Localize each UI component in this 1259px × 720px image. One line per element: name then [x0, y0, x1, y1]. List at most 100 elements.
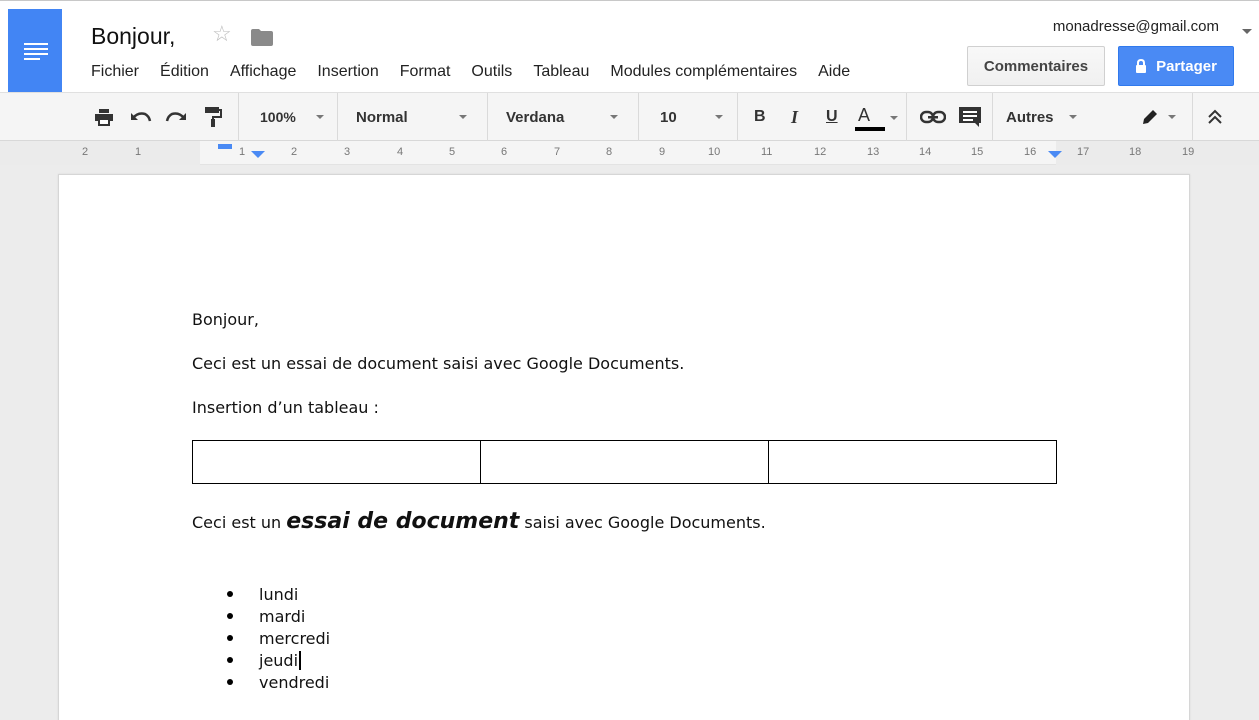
text-color-button[interactable]: A — [858, 93, 870, 141]
ruler-label: 8 — [606, 146, 613, 158]
menu-tableau[interactable]: Tableau — [533, 63, 589, 81]
menu-fichier[interactable]: Fichier — [91, 63, 139, 81]
table-cell[interactable] — [480, 440, 769, 484]
ruler-label: 16 — [1024, 146, 1037, 158]
ruler-label: 1 — [135, 146, 142, 158]
ruler-label: 10 — [708, 146, 721, 158]
share-button[interactable]: Partager — [1118, 46, 1234, 86]
menu-modules[interactable]: Modules complémentaires — [610, 63, 797, 81]
text-run-bold-italic: essai de document — [286, 509, 520, 534]
share-button-label: Partager — [1156, 57, 1217, 75]
bullet-list[interactable]: lundi mardi mercredi jeudi vendredi — [227, 583, 330, 693]
underline-button[interactable]: U — [826, 93, 838, 141]
list-item[interactable]: vendredi — [227, 671, 330, 693]
list-item-text: jeudi — [259, 650, 299, 670]
ruler-label: 18 — [1129, 146, 1142, 158]
font-select[interactable]: Verdana — [506, 93, 564, 141]
paragraph-table-heading[interactable]: Insertion d’un tableau : — [192, 398, 379, 417]
ruler-label: 1 — [239, 146, 246, 158]
table-cell[interactable] — [768, 440, 1057, 484]
first-line-indent-marker[interactable] — [218, 144, 232, 149]
bullet-icon — [227, 635, 233, 641]
ruler-label: 5 — [449, 146, 456, 158]
more-chevron-down-icon[interactable] — [1069, 115, 1077, 119]
list-item[interactable]: lundi — [227, 583, 330, 605]
font-value: Verdana — [506, 108, 565, 126]
comment-icon[interactable] — [958, 93, 982, 141]
zoom-chevron-down-icon[interactable] — [316, 115, 324, 119]
ruler-label: 6 — [501, 146, 508, 158]
text-color-icon: A — [858, 104, 871, 125]
ruler-label: 15 — [971, 146, 984, 158]
list-item[interactable]: mercredi — [227, 627, 330, 649]
font-size-select[interactable]: 10 — [660, 93, 677, 141]
bullet-icon — [227, 657, 233, 663]
ruler-label: 17 — [1077, 146, 1090, 158]
paint-format-icon[interactable] — [204, 93, 222, 141]
bold-icon: B — [754, 108, 766, 125]
bullet-icon — [227, 591, 233, 597]
menu-bar: Fichier Édition Affichage Insertion Form… — [91, 63, 871, 81]
ruler-label: 11 — [761, 146, 773, 158]
list-item-text: mercredi — [259, 628, 331, 648]
ruler-label: 3 — [344, 146, 351, 158]
list-item[interactable]: mardi — [227, 605, 330, 627]
paragraph-intro[interactable]: Ceci est un essai de document saisi avec… — [192, 354, 684, 373]
style-chevron-down-icon[interactable] — [459, 115, 467, 119]
docs-home-icon[interactable] — [8, 9, 62, 93]
ruler-label: 2 — [82, 146, 89, 158]
folder-icon[interactable] — [251, 29, 273, 46]
ruler-label: 2 — [291, 146, 298, 158]
ruler-label: 13 — [867, 146, 880, 158]
menu-format[interactable]: Format — [400, 63, 451, 81]
font-chevron-down-icon[interactable] — [610, 115, 618, 119]
menu-affichage[interactable]: Affichage — [230, 63, 296, 81]
star-icon[interactable]: ☆ — [212, 23, 232, 45]
left-indent-marker[interactable] — [251, 151, 265, 158]
list-item[interactable]: jeudi — [227, 649, 330, 671]
menu-edition[interactable]: Édition — [160, 63, 209, 81]
zoom-select[interactable]: 100% — [260, 93, 296, 141]
account-email[interactable]: monadresse@gmail.com — [1053, 18, 1219, 35]
edit-mode-pencil-icon[interactable] — [1140, 93, 1160, 141]
right-indent-marker[interactable] — [1048, 151, 1062, 158]
ruler-label: 14 — [919, 146, 932, 158]
menu-aide[interactable]: Aide — [818, 63, 850, 81]
ruler[interactable]: 2 1 1 2 3 4 5 6 7 8 9 10 11 12 13 14 15 … — [0, 141, 1259, 165]
bullet-icon — [227, 679, 233, 685]
list-item-text: vendredi — [259, 672, 330, 692]
paragraph-greeting[interactable]: Bonjour, — [192, 310, 259, 329]
link-icon[interactable] — [920, 93, 946, 141]
italic-button[interactable]: I — [791, 93, 798, 141]
toolbar: 100% Normal Verdana 10 B I U A Autres — [0, 92, 1259, 141]
more-button[interactable]: Autres — [1006, 93, 1054, 141]
list-item-text: mardi — [259, 606, 306, 626]
style-value: Normal — [356, 108, 408, 126]
font-size-chevron-down-icon[interactable] — [715, 115, 723, 119]
ruler-label: 19 — [1182, 146, 1195, 158]
collapse-menu-icon[interactable] — [1206, 93, 1224, 141]
italic-icon: I — [791, 106, 799, 127]
print-icon[interactable] — [94, 93, 114, 141]
menu-outils[interactable]: Outils — [471, 63, 512, 81]
bold-button[interactable]: B — [754, 93, 766, 141]
ruler-margin-left — [0, 141, 200, 165]
edit-mode-chevron-down-icon[interactable] — [1168, 115, 1176, 119]
table-row — [192, 440, 1057, 484]
comments-button[interactable]: Commentaires — [967, 46, 1105, 86]
account-dropdown-icon[interactable] — [1242, 29, 1252, 34]
menu-insertion[interactable]: Insertion — [317, 63, 378, 81]
table-cell[interactable] — [192, 440, 481, 484]
ruler-label: 7 — [554, 146, 561, 158]
document-title[interactable]: Bonjour, — [91, 23, 175, 50]
style-select[interactable]: Normal — [356, 93, 408, 141]
text-run: Ceci est un — [192, 513, 287, 532]
redo-icon[interactable] — [165, 93, 187, 141]
zoom-value: 100% — [260, 109, 296, 125]
undo-icon[interactable] — [130, 93, 152, 141]
document-table[interactable] — [192, 440, 1057, 484]
text-color-chevron-down-icon[interactable] — [890, 116, 898, 120]
bullet-icon — [227, 613, 233, 619]
paragraph-formatted[interactable]: Ceci est un essai de document saisi avec… — [192, 509, 766, 534]
document-page[interactable]: Bonjour, Ceci est un essai de document s… — [58, 174, 1190, 720]
